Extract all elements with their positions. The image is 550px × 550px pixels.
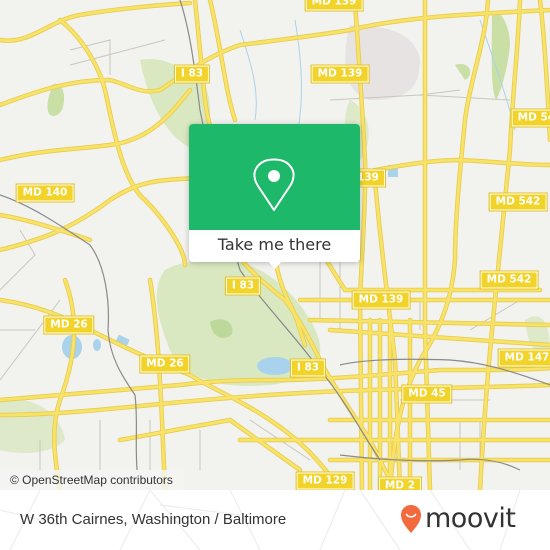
road-shield-i-83-south: I 83 [289,358,327,378]
moovit-wordmark: moovit [425,503,516,534]
road-shield-md-129: MD 129 [295,471,355,490]
location-popup: Take me there [189,124,360,269]
road-shield-md-140: MD 140 [15,183,75,203]
footer-bar: W 36th Cairnes, Washington / Baltimore m… [0,490,550,550]
location-pin-icon [253,158,295,211]
road-shield-i-83-park: I 83 [224,276,262,296]
lake-west2 [93,339,101,351]
road-shield-i-83-north: I 83 [173,64,211,84]
road-shield-md-542-east: MD 542 [488,192,548,212]
take-me-there-button[interactable]: Take me there [189,230,360,262]
map-attribution[interactable]: © OpenStreetMap contributors [0,470,183,490]
park-small-1 [455,63,471,80]
place-name: W 36th Cairnes, Washington / Baltimore [20,511,287,528]
moovit-logo[interactable]: moovit [400,501,516,537]
popup-header [189,124,360,230]
moovit-smiley-pin-icon [401,505,421,533]
road-shield-md-139-south: MD 139 [351,290,411,310]
road-shield-md-542-ne: MD 542 [510,108,550,128]
road-shield-md-147: MD 147 [497,348,550,368]
road-shield-md-139-north: MD 139 [310,64,370,84]
road-shield-md-2: MD 2 [377,476,423,490]
park-se [525,316,550,354]
park-jones-falls [491,11,510,100]
road-shield-md-139-top: MD 139 [304,0,364,12]
road-shield-md-45: MD 45 [401,384,453,404]
lake-druid [257,357,293,375]
road-shield-md-542-se: MD 542 [479,270,539,290]
map-view[interactable]: MD 139 I 83 MD 139 MD 542 MD 140 139 MD … [0,0,550,490]
popup-pointer [267,260,283,269]
road-shield-md-26-west: MD 26 [43,315,95,335]
road-shield-md-26-center: MD 26 [139,354,191,374]
